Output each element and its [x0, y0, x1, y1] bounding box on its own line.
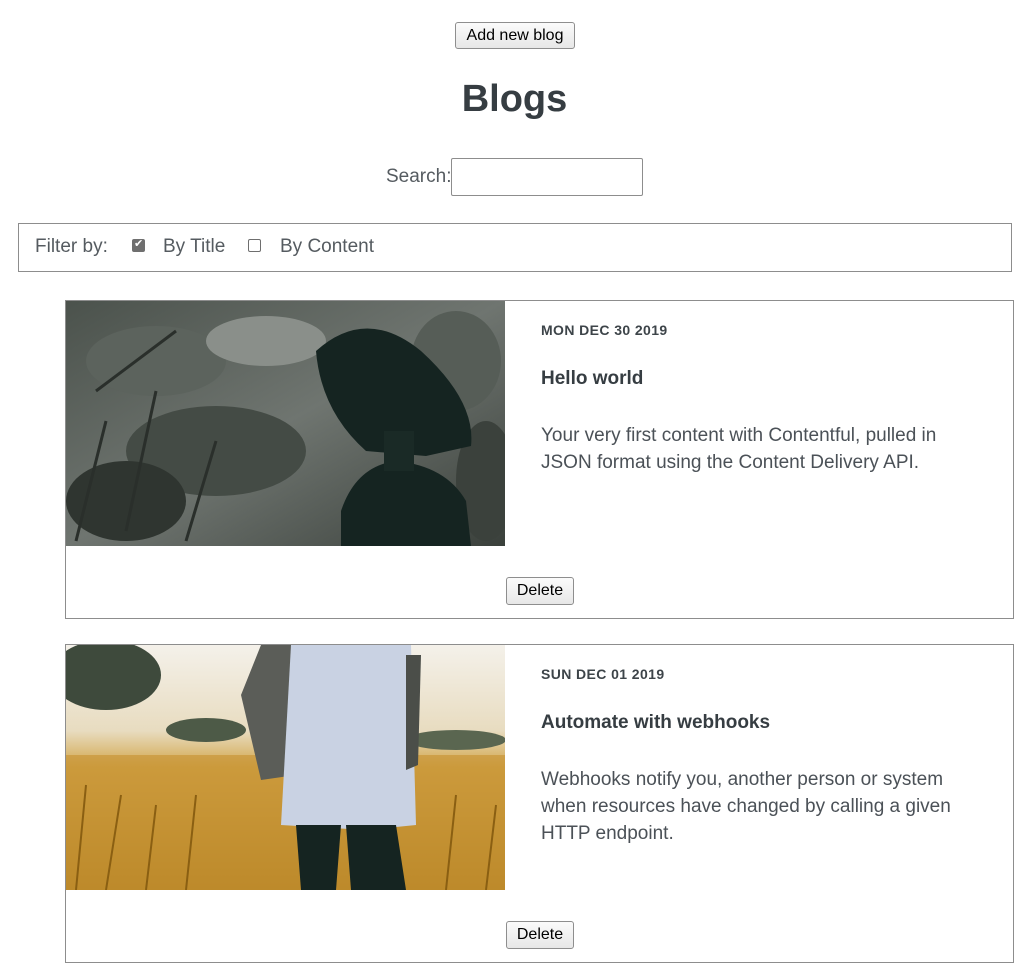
blog-image	[66, 645, 505, 890]
page-title: Blogs	[461, 78, 568, 120]
blog-title: Hello world	[541, 368, 644, 389]
filter-by-title-label[interactable]: By Title	[163, 236, 225, 258]
search-label: Search:	[386, 166, 452, 187]
blog-excerpt: Webhooks notify you, another person or s…	[541, 769, 951, 844]
filter-by-content-checkbox[interactable]	[248, 239, 261, 252]
woman-in-hat-photo	[66, 301, 505, 546]
delete-button[interactable]: Delete	[506, 921, 574, 949]
blog-date: SUN DEC 01 2019	[541, 666, 665, 682]
filter-by-content-label[interactable]: By Content	[280, 236, 374, 258]
add-new-blog-button[interactable]: Add new blog	[455, 22, 575, 49]
filter-by-title-checkbox[interactable]	[132, 237, 145, 252]
person-in-field-photo	[66, 645, 505, 890]
filter-label: Filter by:	[35, 236, 108, 257]
search-input[interactable]	[451, 158, 643, 196]
blog-date: MON DEC 30 2019	[541, 322, 668, 338]
blog-title: Automate with webhooks	[541, 712, 771, 733]
blog-card: SUN DEC 01 2019 Automate with webhooks W…	[65, 644, 1014, 963]
delete-button[interactable]: Delete	[506, 577, 574, 605]
blog-card: MON DEC 30 2019 Hello world Your very fi…	[65, 300, 1014, 619]
blog-image	[66, 301, 505, 546]
blog-excerpt: Your very first content with Contentful,…	[541, 425, 937, 473]
